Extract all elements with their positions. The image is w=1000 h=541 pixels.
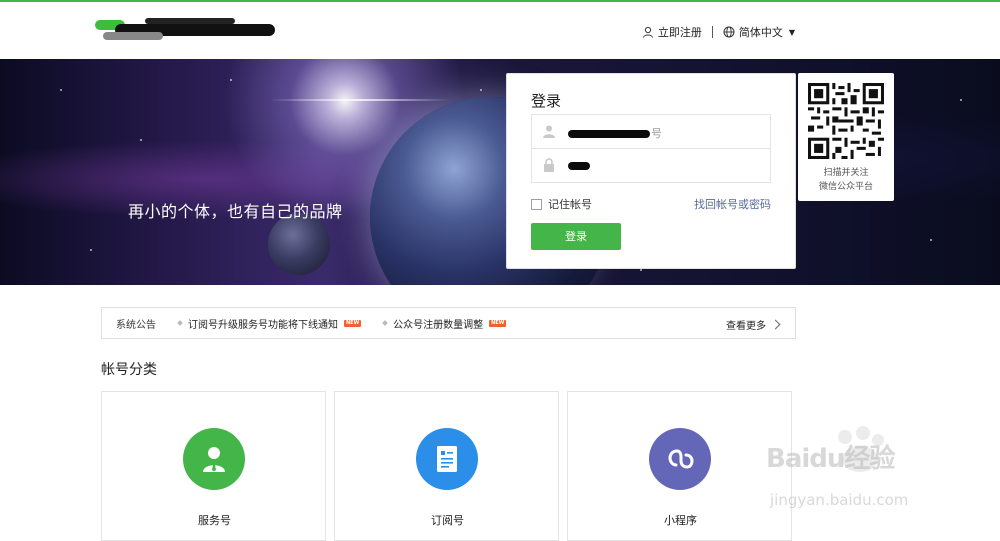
light-flare	[270, 99, 450, 101]
logo[interactable]	[95, 16, 275, 44]
login-panel: 登录 号 记住帐号 找回帐号或密码 登录	[506, 73, 796, 269]
globe-icon	[723, 26, 735, 38]
language-label: 简体中文	[738, 26, 783, 39]
link-icon	[668, 449, 694, 469]
username-field[interactable]: 号	[531, 114, 771, 149]
service-account-badge	[183, 428, 245, 490]
qr-caption: 扫描并关注	[823, 168, 869, 178]
system-notice-bar: 系统公告 订阅号升级服务号功能将下线通知 NEW 公众号注册数量调整 NEW 查…	[101, 307, 796, 339]
mini-program-badge	[649, 428, 711, 490]
register-link[interactable]: 立即注册	[642, 24, 702, 40]
language-selector[interactable]: 简体中文 ▼	[723, 24, 795, 40]
forgot-password-link[interactable]: 找回帐号或密码	[694, 196, 771, 212]
card-label: 小程序	[664, 514, 697, 527]
person-icon	[203, 447, 225, 472]
qr-caption-secondary: 微信公众平台	[818, 182, 873, 192]
bullet-icon	[177, 320, 183, 326]
chevron-right-icon	[770, 319, 781, 330]
remember-account[interactable]: 记住帐号	[531, 196, 592, 212]
username-value: 号	[568, 125, 662, 141]
remember-checkbox[interactable]	[531, 198, 542, 210]
watermark-text: Baidu经验	[766, 444, 895, 474]
section-title: 帐号分类	[101, 362, 157, 378]
notice-item[interactable]: 公众号注册数量调整 NEW	[382, 316, 507, 331]
notice-label: 系统公告	[116, 319, 156, 331]
notice-item-text: 订阅号升级服务号功能将下线通知	[188, 319, 338, 331]
moon-image	[268, 213, 330, 275]
user-silhouette-icon	[543, 125, 555, 138]
password-value	[568, 159, 590, 172]
password-field[interactable]	[531, 149, 771, 183]
bullet-icon	[382, 320, 388, 326]
card-service-account[interactable]: 服务号	[101, 391, 326, 541]
login-button[interactable]: 登录	[531, 223, 621, 250]
card-label: 订阅号	[431, 514, 464, 527]
watermark-url: jingyan.baidu.com	[770, 491, 909, 509]
lock-icon	[544, 158, 554, 172]
banner-slogan: 再小的个体，也有自己的品牌	[128, 202, 343, 221]
notice-item-text: 公众号注册数量调整	[393, 319, 484, 331]
card-label: 服务号	[198, 514, 231, 527]
header-links: 立即注册 简体中文 ▼	[642, 24, 795, 40]
new-badge: NEW	[489, 319, 507, 327]
qr-code-image	[808, 83, 884, 159]
document-icon	[437, 446, 457, 472]
caret-down-icon: ▼	[788, 27, 795, 37]
view-more-label: 查看更多	[726, 321, 766, 332]
card-mini-program[interactable]: 小程序	[567, 391, 792, 541]
card-subscription-account[interactable]: 订阅号	[334, 391, 559, 541]
account-type-cards: 服务号 订阅号 小程序	[101, 391, 793, 541]
subscription-account-badge	[416, 428, 478, 490]
header: 立即注册 简体中文 ▼	[0, 2, 1000, 59]
user-icon	[642, 26, 653, 38]
notice-item[interactable]: 订阅号升级服务号功能将下线通知 NEW	[177, 316, 362, 331]
view-more-link[interactable]: 查看更多	[726, 317, 781, 332]
register-label: 立即注册	[657, 26, 702, 39]
new-badge: NEW	[344, 319, 362, 327]
header-divider	[711, 26, 713, 38]
qr-code-panel: 扫描并关注 微信公众平台	[798, 73, 894, 201]
login-title: 登录	[531, 92, 562, 110]
remember-label: 记住帐号	[548, 198, 592, 211]
